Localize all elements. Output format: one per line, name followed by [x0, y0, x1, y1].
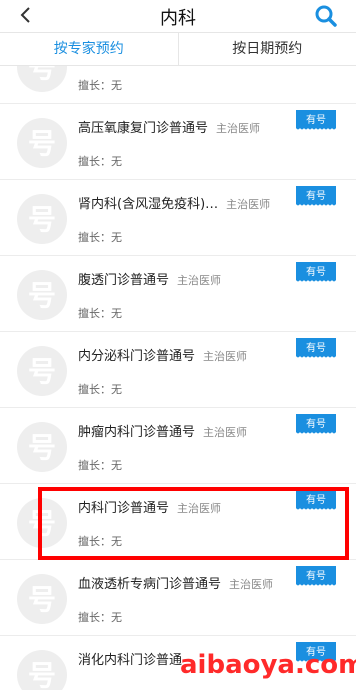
avatar-glyph: 号: [28, 583, 56, 616]
doctor-name-line: 血液透析专病门诊普通号 主治医师: [78, 573, 273, 592]
doctor-skill: 擅长：无: [78, 383, 122, 396]
doctor-name-line: 高压氧康复门诊普通号 主治医师: [78, 117, 260, 136]
avatar-glyph: 号: [28, 127, 56, 160]
badge-label: 有号: [306, 115, 326, 126]
availability-badge[interactable]: 有号: [296, 262, 336, 282]
doctor-rank: 主治医师: [229, 578, 274, 591]
list-item[interactable]: 号 肿瘤内科门诊普通号 主治医师擅长：无 有号: [0, 408, 356, 484]
avatar-glyph: 号: [28, 66, 56, 84]
list-item[interactable]: 号 内分泌科门诊普通号 主治医师擅长：无 有号: [0, 332, 356, 408]
avatar: 号: [17, 650, 67, 690]
list-item[interactable]: 号 血液透析专病门诊普通号 主治医师擅长：无 有号: [0, 560, 356, 636]
doctor-name: 腹透门诊普通号: [78, 273, 170, 288]
doctor-name: 血液透析专病门诊普通号: [78, 577, 222, 592]
doctor-name: 内分泌科门诊普通号: [78, 349, 196, 364]
availability-badge[interactable]: 有号: [296, 338, 336, 358]
availability-badge[interactable]: 有号: [296, 414, 336, 434]
doctor-list: 号擅长：无号高压氧康复门诊普通号 主治医师 擅长：无 有号号肾内科(含风湿免疫科)… 主…: [0, 66, 356, 690]
tab-by-expert[interactable]: 按专家预约: [0, 33, 178, 65]
doctor-name-line: 内分泌科门诊普通号 主治医师: [78, 345, 247, 364]
badge-label: 有号: [306, 419, 326, 430]
doctor-skill: 擅长：无: [78, 459, 122, 472]
doctor-rank: 主治医师: [216, 122, 261, 135]
app-header: 内科: [0, 0, 356, 32]
doctor-name-line: 腹透门诊普通号 主治医师: [78, 269, 221, 288]
search-icon[interactable]: [314, 4, 338, 28]
avatar-glyph: 号: [28, 203, 56, 236]
watermark: aibaoya.com: [180, 650, 356, 680]
tab-by-date[interactable]: 按日期预约: [179, 33, 356, 65]
badge-label: 有号: [306, 343, 326, 354]
doctor-skill: 擅长：无: [78, 79, 122, 92]
badge-label: 有号: [306, 571, 326, 582]
doctor-rank: 主治医师: [203, 350, 248, 363]
doctor-skill: 擅长：无: [78, 611, 122, 624]
page-title: 内科: [160, 8, 196, 29]
doctor-rank: 主治医师: [226, 198, 271, 211]
booking-tabs: 按专家预约 按日期预约: [0, 32, 356, 66]
doctor-name-line: 肿瘤内科门诊普通号 主治医师: [78, 421, 247, 440]
highlight-box: [38, 487, 349, 560]
avatar-glyph: 号: [28, 279, 56, 312]
list-item[interactable]: 号 腹透门诊普通号 主治医师擅长：无 有号: [0, 256, 356, 332]
avatar: 号: [17, 346, 67, 396]
avatar-glyph: 号: [28, 431, 56, 464]
doctor-rank: 主治医师: [203, 426, 248, 439]
badge-label: 有号: [306, 191, 326, 202]
avatar: 号: [17, 574, 67, 624]
doctor-name-line: 消化内科门诊普通: [78, 649, 182, 668]
availability-badge[interactable]: 有号: [296, 186, 336, 206]
doctor-name-line: 肾内科(含风湿免疫科)… 主治医师: [78, 193, 270, 212]
availability-badge[interactable]: 有号: [296, 566, 336, 586]
badge-label: 有号: [306, 267, 326, 278]
avatar: 号: [17, 422, 67, 472]
list-item[interactable]: 号 肾内科(含风湿免疫科)… 主治医师擅长：无 有号: [0, 180, 356, 256]
doctor-name: 消化内科门诊普通: [78, 653, 183, 668]
availability-badge[interactable]: 有号: [296, 110, 336, 130]
avatar-glyph: 号: [28, 659, 56, 690]
avatar: 号: [17, 118, 67, 168]
doctor-skill: 擅长：无: [78, 155, 122, 168]
doctor-name: 肾内科(含风湿免疫科)…: [78, 197, 219, 212]
doctor-name: 高压氧康复门诊普通号: [78, 121, 209, 136]
avatar: 号: [17, 194, 67, 244]
doctor-name: 肿瘤内科门诊普通号: [78, 425, 196, 440]
doctor-rank: 主治医师: [177, 274, 222, 287]
avatar: 号: [17, 66, 67, 92]
doctor-skill: 擅长：无: [78, 231, 122, 244]
list-item[interactable]: 号 高压氧康复门诊普通号 主治医师擅长：无 有号: [0, 104, 356, 180]
avatar: 号: [17, 270, 67, 320]
list-item[interactable]: 号擅长：无: [0, 66, 356, 104]
doctor-skill: 擅长：无: [78, 307, 122, 320]
avatar-glyph: 号: [28, 355, 56, 388]
